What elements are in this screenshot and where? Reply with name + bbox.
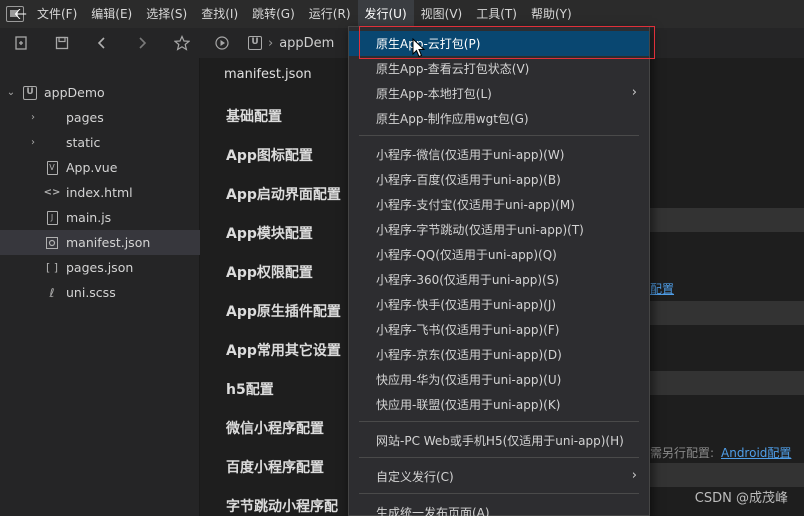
tree-item-main-js[interactable]: J main.js <box>0 205 200 230</box>
form-field[interactable] <box>648 301 804 325</box>
tree-item-manifest-json[interactable]: manifest.json <box>0 230 200 255</box>
section-app-native-plugins[interactable]: App原生插件配置 <box>226 301 341 321</box>
section-h5[interactable]: h5配置 <box>226 379 274 399</box>
chevron-down-icon[interactable]: ⌄ <box>4 87 18 98</box>
back-icon[interactable] <box>82 28 122 58</box>
section-weixin[interactable]: 微信小程序配置 <box>226 418 324 438</box>
breadcrumb[interactable]: U › appDem <box>248 36 334 51</box>
menu-item-native-cloud-status[interactable]: 原生App-查看云打包状态(V) <box>349 56 649 81</box>
menu-publish[interactable]: 发行(U) <box>357 0 414 28</box>
menu-find[interactable]: 查找(I) <box>194 0 245 28</box>
android-config-link[interactable]: Android配置 <box>721 444 791 461</box>
menu-item-mp-jd[interactable]: 小程序-京东(仅适用于uni-app)(D) <box>349 342 649 367</box>
vue-file-icon: V <box>44 160 60 176</box>
section-baidu[interactable]: 百度小程序配置 <box>226 457 324 477</box>
section-app-splash[interactable]: App启动界面配置 <box>226 184 341 204</box>
menu-item-mp-weixin[interactable]: 小程序-微信(仅适用于uni-app)(W) <box>349 142 649 167</box>
project-icon: U <box>248 36 262 50</box>
tree-item-pages-json[interactable]: [ ] pages.json <box>0 255 200 280</box>
menu-divider <box>359 421 639 422</box>
tree-project-root[interactable]: ⌄ U appDemo <box>0 80 200 105</box>
menu-goto[interactable]: 跳转(G) <box>245 0 302 28</box>
tree-item-label: main.js <box>66 210 112 225</box>
tree-item-pages[interactable]: › pages <box>0 105 200 130</box>
tree-item-label: static <box>66 135 101 150</box>
menu-item-generate-publish-page[interactable]: 生成统一发布页面(A) <box>349 500 649 516</box>
menu-item-mp-qq[interactable]: 小程序-QQ(仅适用于uni-app)(Q) <box>349 242 649 267</box>
chevron-right-icon[interactable]: › <box>26 137 40 148</box>
section-app-permissions[interactable]: App权限配置 <box>226 262 313 282</box>
menu-edit[interactable]: 编辑(E) <box>84 0 139 28</box>
star-icon[interactable] <box>162 28 202 58</box>
publish-dropdown-menu: 原生App-云打包(P) 原生App-查看云打包状态(V) 原生App-本地打包… <box>348 26 650 516</box>
menu-bar: 🡠 文件(F) 编辑(E) 选择(S) 查找(I) 跳转(G) 运行(R) 发行… <box>0 0 804 28</box>
section-basic[interactable]: 基础配置 <box>226 106 282 126</box>
menu-item-native-cloud-pack[interactable]: 原生App-云打包(P) <box>349 31 649 56</box>
menu-item-quickapp-huawei[interactable]: 快应用-华为(仅适用于uni-app)(U) <box>349 367 649 392</box>
watermark: CSDN @成茂峰 <box>694 491 788 506</box>
gear-file-icon <box>44 235 60 251</box>
tree-item-app-vue[interactable]: V App.vue <box>0 155 200 180</box>
folder-icon <box>44 110 60 126</box>
tree-item-label: uni.scss <box>66 285 116 300</box>
menu-file[interactable]: 文件(F) <box>30 0 84 28</box>
tree-item-static[interactable]: › static <box>0 130 200 155</box>
tree-item-uni-scss[interactable]: ℓ uni.scss <box>0 280 200 305</box>
form-field[interactable] <box>648 371 804 395</box>
menu-run[interactable]: 运行(R) <box>302 0 358 28</box>
menu-item-mp-360[interactable]: 小程序-360(仅适用于uni-app)(S) <box>349 267 649 292</box>
breadcrumb-project[interactable]: appDem <box>279 36 334 51</box>
section-app-modules[interactable]: App模块配置 <box>226 223 313 243</box>
menu-help[interactable]: 帮助(Y) <box>524 0 579 28</box>
chevron-right-icon: › <box>631 468 637 483</box>
breadcrumb-separator-icon: › <box>268 35 274 51</box>
menu-item-mp-baidu[interactable]: 小程序-百度(仅适用于uni-app)(B) <box>349 167 649 192</box>
menu-item-mp-lark[interactable]: 小程序-飞书(仅适用于uni-app)(F) <box>349 317 649 342</box>
project-icon: U <box>22 85 38 101</box>
json-file-icon: [ ] <box>45 261 59 274</box>
save-icon[interactable] <box>42 28 82 58</box>
form-field[interactable] <box>648 463 804 487</box>
menu-item-web-h5[interactable]: 网站-PC Web或手机H5(仅适用于uni-app)(H) <box>349 428 649 453</box>
html-file-icon: <> <box>43 187 61 198</box>
menu-item-custom-publish[interactable]: 自定义发行(C) › <box>349 464 649 489</box>
chevron-right-icon: › <box>631 85 637 100</box>
tree-item-label: index.html <box>66 185 133 200</box>
editor-tab-title[interactable]: manifest.json <box>224 67 312 82</box>
project-explorer: ⌄ U appDemo › pages › static V App.vue <… <box>0 58 200 516</box>
section-app-other-settings[interactable]: App常用其它设置 <box>226 340 341 360</box>
menu-item-native-wgt[interactable]: 原生App-制作应用wgt包(G) <box>349 106 649 131</box>
forward-icon[interactable] <box>122 28 162 58</box>
section-toutiao[interactable]: 字节跳动小程序配 <box>226 496 338 516</box>
tree-item-label: manifest.json <box>66 235 151 250</box>
js-file-icon: J <box>44 210 60 226</box>
menu-item-mp-alipay[interactable]: 小程序-支付宝(仅适用于uni-app)(M) <box>349 192 649 217</box>
tree-item-label: pages <box>66 110 104 125</box>
tree-item-label: App.vue <box>66 160 118 175</box>
config-link[interactable]: 配置 <box>650 280 674 297</box>
new-file-icon[interactable] <box>0 28 42 58</box>
tree-project-label: appDemo <box>44 85 105 100</box>
section-app-icon[interactable]: App图标配置 <box>226 145 313 165</box>
folder-icon <box>44 135 60 151</box>
menu-item-native-local-pack[interactable]: 原生App-本地打包(L) › <box>349 81 649 106</box>
menu-view[interactable]: 视图(V) <box>414 0 470 28</box>
menu-divider <box>359 135 639 136</box>
config-note: 需另行配置: <box>650 446 715 460</box>
tree-item-label: pages.json <box>66 260 134 275</box>
menu-item-quickapp-union[interactable]: 快应用-联盟(仅适用于uni-app)(K) <box>349 392 649 417</box>
tree-item-index-html[interactable]: <> index.html <box>0 180 200 205</box>
menu-divider <box>359 493 639 494</box>
form-field[interactable] <box>648 208 804 232</box>
scss-file-icon: ℓ <box>49 285 55 300</box>
menu-select[interactable]: 选择(S) <box>139 0 194 28</box>
chevron-right-icon[interactable]: › <box>26 112 40 123</box>
menu-tools[interactable]: 工具(T) <box>469 0 524 28</box>
mouse-cursor-icon <box>412 38 426 58</box>
menu-divider <box>359 457 639 458</box>
back-arrow-icon[interactable]: 🡠 <box>14 3 27 30</box>
run-icon[interactable] <box>202 28 242 58</box>
menu-item-mp-toutiao[interactable]: 小程序-字节跳动(仅适用于uni-app)(T) <box>349 217 649 242</box>
menu-item-mp-kuaishou[interactable]: 小程序-快手(仅适用于uni-app)(J) <box>349 292 649 317</box>
